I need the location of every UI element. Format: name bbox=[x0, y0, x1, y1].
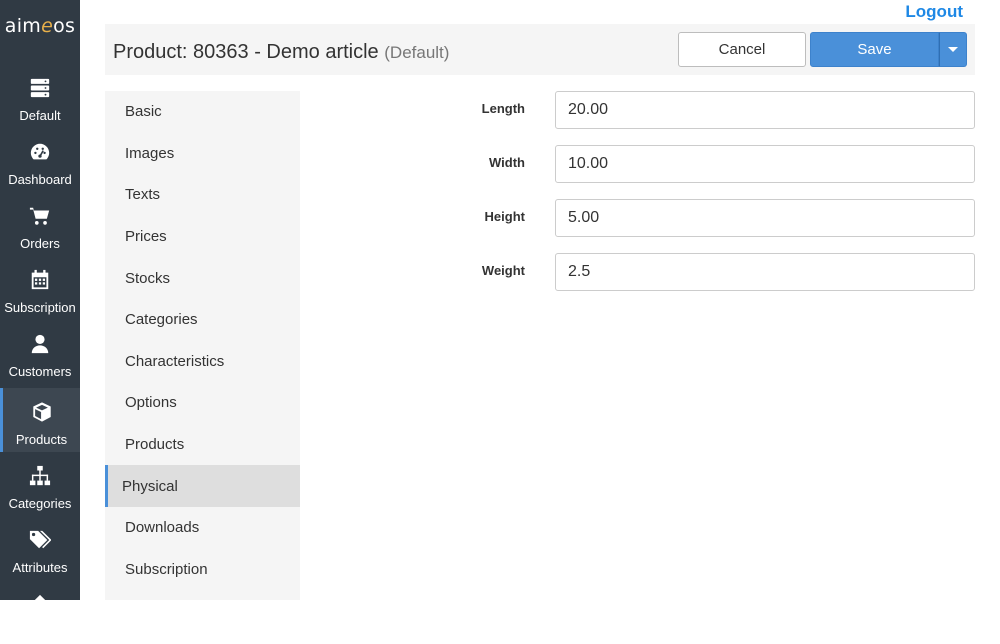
length-input[interactable] bbox=[555, 91, 975, 129]
height-input[interactable] bbox=[555, 199, 975, 237]
calendar-icon bbox=[28, 268, 52, 292]
save-button[interactable]: Save bbox=[810, 32, 939, 67]
nav-item-more[interactable] bbox=[0, 580, 80, 644]
nav-label: Products bbox=[15, 432, 68, 447]
nav-item-categories[interactable]: Categories bbox=[0, 452, 80, 516]
user-icon bbox=[28, 332, 52, 356]
nav-label: Orders bbox=[20, 236, 60, 251]
nav-item-orders[interactable]: Orders bbox=[0, 192, 80, 256]
logo-text-suffix: os bbox=[53, 15, 76, 37]
tab-images[interactable]: Images bbox=[105, 133, 300, 175]
dashboard-icon bbox=[28, 140, 52, 164]
nav-item-attributes[interactable]: Attributes bbox=[0, 516, 80, 580]
tags-icon bbox=[28, 528, 52, 552]
nav-label: Categories bbox=[8, 496, 72, 511]
length-label: Length bbox=[481, 101, 525, 116]
nav-label: Subscription bbox=[4, 300, 76, 315]
site-label: (Default) bbox=[384, 43, 450, 62]
item-header: Product: 80363 - Demo article (Default) … bbox=[105, 24, 975, 75]
box-icon bbox=[30, 400, 54, 424]
page-title: Product: 80363 - Demo article (Default) bbox=[113, 41, 449, 64]
width-input[interactable] bbox=[555, 145, 975, 183]
item-tabs: Basic Images Texts Prices Stocks Categor… bbox=[105, 91, 300, 600]
save-options-dropdown[interactable] bbox=[939, 32, 967, 67]
sitemap-icon bbox=[28, 464, 52, 488]
tab-characteristics[interactable]: Characteristics bbox=[105, 341, 300, 383]
nav-label: Attributes bbox=[12, 560, 68, 575]
tab-texts[interactable]: Texts bbox=[105, 174, 300, 216]
tab-physical[interactable]: Physical bbox=[105, 465, 300, 507]
width-label: Width bbox=[489, 155, 525, 170]
nav-item-dashboard[interactable]: Dashboard bbox=[0, 128, 80, 192]
nav-label: Default bbox=[19, 108, 61, 123]
main-sidebar: aim e os Default Dashboard Orders Subscrip… bbox=[0, 0, 80, 608]
tab-basic[interactable]: Basic bbox=[105, 91, 300, 133]
nav-item-subscription[interactable]: Subscription bbox=[0, 256, 80, 320]
nav-item-customers[interactable]: Customers bbox=[0, 320, 80, 384]
server-icon bbox=[28, 76, 52, 100]
weight-label: Weight bbox=[481, 263, 525, 278]
nav-item-default[interactable]: Default bbox=[0, 64, 80, 128]
nav-label: Dashboard bbox=[8, 172, 72, 187]
aimeos-logo[interactable]: aim e os bbox=[0, 0, 80, 52]
product-title: Product: 80363 - Demo article bbox=[113, 41, 379, 63]
tab-options[interactable]: Options bbox=[105, 382, 300, 424]
tab-subscription[interactable]: Subscription bbox=[105, 549, 300, 591]
caret-down-icon bbox=[948, 47, 958, 52]
tab-products[interactable]: Products bbox=[105, 424, 300, 466]
cart-icon bbox=[28, 204, 52, 228]
weight-input[interactable] bbox=[555, 253, 975, 291]
tab-prices[interactable]: Prices bbox=[105, 216, 300, 258]
nav-item-products[interactable]: Products bbox=[0, 388, 80, 452]
logout-link[interactable]: Logout bbox=[905, 2, 963, 22]
cancel-button[interactable]: Cancel bbox=[678, 32, 806, 67]
height-label: Height bbox=[484, 209, 525, 224]
logo-text-prefix: aim bbox=[4, 15, 42, 37]
tab-stocks[interactable]: Stocks bbox=[105, 257, 300, 299]
nav-label: Customers bbox=[8, 364, 72, 379]
upload-icon bbox=[28, 592, 52, 616]
tab-categories[interactable]: Categories bbox=[105, 299, 300, 341]
tab-downloads[interactable]: Downloads bbox=[105, 507, 300, 549]
logo-text-e: e bbox=[41, 15, 54, 37]
